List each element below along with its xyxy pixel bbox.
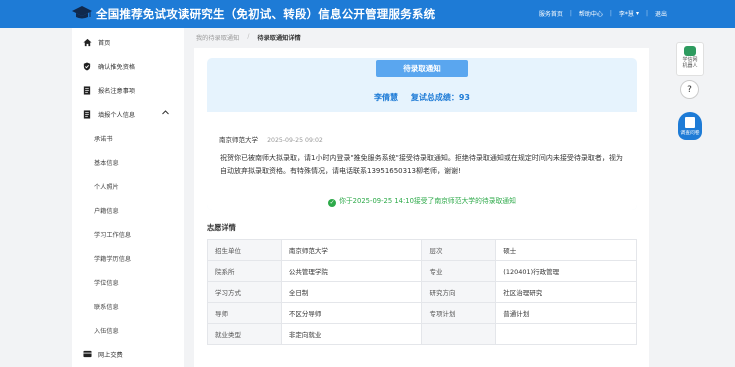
chevron-up-icon[interactable]: [162, 110, 169, 117]
notice-time: 2025-09-25 09:02: [267, 137, 323, 144]
sidebar-item-label: 报名注意事项: [98, 87, 136, 95]
cell-label: 层次: [421, 239, 497, 261]
sidebar-item-label: 确认推免资格: [98, 63, 136, 71]
sidebar-item-personal-info[interactable]: 填报个人信息: [72, 106, 184, 122]
cell-value: 硕士: [495, 239, 637, 261]
table-row: 院系所 公共管理学院 专业 (120401)行政管理: [207, 260, 637, 282]
main-panel: 待录取通知 李倩慧 复试总成绩：93 南京师范大学 2025-09-25 09:…: [194, 48, 649, 367]
student-score-line: 李倩慧 复试总成绩：93: [207, 92, 637, 103]
breadcrumb-current: 待录取通知详情: [257, 35, 301, 42]
sidebar-item-enlistment[interactable]: 入伍信息: [72, 322, 184, 338]
robot-icon: [684, 46, 696, 56]
sidebar-item-label: 学习工作信息: [94, 231, 132, 239]
admission-notice-card: 待录取通知 李倩慧 复试总成绩：93 南京师范大学 2025-09-25 09:…: [207, 58, 637, 210]
table-row: 招生单位 南京师范大学 层次 硕士: [207, 239, 637, 261]
survey-document-icon: [685, 117, 695, 128]
survey-label: 调查问卷: [680, 131, 700, 136]
cell-value: 全日制: [280, 281, 423, 303]
retest-score: 复试总成绩：93: [410, 93, 470, 102]
table-row: 就业类型 非定向就业: [207, 323, 637, 345]
sidebar-item-label: 首页: [98, 39, 111, 47]
notice-message: 祝贺你已被南师大拟录取，请1小时内登录"推免服务系统"接受待录取通知。拒绝待录取…: [220, 154, 623, 175]
document-icon: [82, 85, 92, 95]
detail-section-title: 志愿详情: [207, 223, 236, 232]
top-nav: 服务首页 | 帮助中心 | 李*慧 ▾ | 退出: [539, 9, 667, 18]
accepted-status: ✓ 你于2025-09-25 14:10接受了南京师范大学的待录取通知: [207, 195, 637, 207]
sidebar-item-enrollment[interactable]: 学籍学历信息: [72, 250, 184, 266]
cell-value: 普通计划: [495, 302, 637, 324]
notice-header: 南京师范大学 2025-09-25 09:02: [219, 134, 323, 144]
cell-value: 公共管理学院: [280, 260, 423, 282]
sidebar-item-contact[interactable]: 联系信息: [72, 298, 184, 314]
cell-label: 专项计划: [421, 302, 497, 324]
sidebar-item-label: 联系信息: [94, 303, 119, 311]
accepted-text: 你于2025-09-25 14:10接受了南京师范大学的待录取通知: [339, 197, 516, 205]
check-circle-icon: ✓: [328, 199, 337, 207]
cell-label: 就业类型: [207, 323, 282, 345]
sidebar-item-label: 个人照片: [94, 183, 119, 191]
breadcrumb-separator: /: [247, 33, 250, 40]
sidebar-item-label: 户籍信息: [94, 207, 119, 215]
document-icon: [82, 109, 92, 119]
robot-label: 学信网 机器人: [682, 57, 698, 69]
nav-help-center[interactable]: 帮助中心: [579, 9, 603, 18]
table-row: 学习方式 全日制 研究方向 社区治理研究: [207, 281, 637, 303]
nav-separator: |: [609, 10, 612, 17]
student-name: 李倩慧: [374, 93, 399, 102]
notice-school: 南京师范大学: [219, 136, 258, 144]
notice-ribbon: 待录取通知: [368, 60, 476, 77]
nav-separator: |: [569, 10, 572, 17]
sidebar-item-label: 承诺书: [94, 135, 113, 143]
survey-button[interactable]: 调查问卷: [678, 112, 702, 140]
sidebar-item-confirm-qualification[interactable]: 确认推免资格: [72, 58, 184, 74]
sidebar-item-label: 填报个人信息: [98, 111, 136, 119]
user-dropdown-icon[interactable]: ▾: [636, 10, 639, 17]
cell-value: 不区分导师: [280, 302, 423, 324]
notice-body: 南京师范大学 2025-09-25 09:02 祝贺你已被南师大拟录取，请1小时…: [207, 112, 637, 210]
cell-label: 专业: [421, 260, 497, 282]
cell-label: 研究方向: [421, 281, 497, 303]
cell-label: 导师: [207, 302, 282, 324]
sidebar-item-label: 基本信息: [94, 159, 119, 167]
cell-label: 院系所: [207, 260, 282, 282]
sidebar-item-payment[interactable]: 网上交费: [72, 346, 184, 362]
sidebar-item-label: 入伍信息: [94, 327, 119, 335]
sidebar-item-label: 学籍学历信息: [94, 255, 132, 263]
cell-value: (120401)行政管理: [495, 260, 637, 282]
nav-service-home[interactable]: 服务首页: [539, 9, 563, 18]
application-detail-table: 招生单位 南京师范大学 层次 硕士 院系所 公共管理学院 专业 (120401)…: [207, 239, 637, 345]
breadcrumb-parent[interactable]: 我的待录取通知: [196, 33, 239, 42]
sidebar-item-home[interactable]: 首页: [72, 34, 184, 50]
sidebar-item-label: 学位信息: [94, 279, 119, 287]
table-row: 导师 不区分导师 专项计划 普通计划: [207, 302, 637, 324]
help-question-button[interactable]: ?: [680, 80, 699, 99]
cell-label: 招生单位: [207, 239, 282, 261]
cell-label: 学习方式: [207, 281, 282, 303]
nav-logout[interactable]: 退出: [655, 9, 667, 18]
breadcrumb: 我的待录取通知 / 待录取通知详情: [196, 33, 301, 42]
sidebar-item-registration-notes[interactable]: 报名注意事项: [72, 82, 184, 98]
top-header: 全国推荐免试攻读研究生（免初试、转段）信息公开管理服务系统 服务首页 | 帮助中…: [0, 0, 735, 28]
shield-icon: [82, 61, 92, 71]
sidebar-item-label: 网上交费: [98, 351, 123, 359]
graduation-cap-icon: [72, 6, 92, 19]
sidebar-item-household[interactable]: 户籍信息: [72, 202, 184, 218]
sidebar-item-degree[interactable]: 学位信息: [72, 274, 184, 290]
payment-icon: [82, 349, 92, 359]
cell-value: 非定向就业: [280, 323, 423, 345]
robot-assistant-button[interactable]: 学信网 机器人: [676, 42, 704, 76]
nav-user-name[interactable]: 李*慧: [619, 9, 634, 18]
sidebar-item-commitment[interactable]: 承诺书: [72, 130, 184, 146]
system-title: 全国推荐免试攻读研究生（免初试、转段）信息公开管理服务系统: [96, 7, 436, 21]
nav-separator: |: [645, 10, 648, 17]
sidebar-item-basic-info[interactable]: 基本信息: [72, 154, 184, 170]
cell-value: [495, 323, 637, 345]
sidebar-item-study-work[interactable]: 学习工作信息: [72, 226, 184, 242]
cell-label: [421, 323, 497, 345]
home-icon: [82, 37, 92, 47]
sidebar-item-photo[interactable]: 个人照片: [72, 178, 184, 194]
sidebar: 首页 确认推免资格 报名注意事项 填报个人信息 承诺书 基本信息 个人照片 户籍…: [72, 28, 184, 367]
cell-value: 社区治理研究: [495, 281, 637, 303]
cell-value: 南京师范大学: [280, 239, 423, 261]
